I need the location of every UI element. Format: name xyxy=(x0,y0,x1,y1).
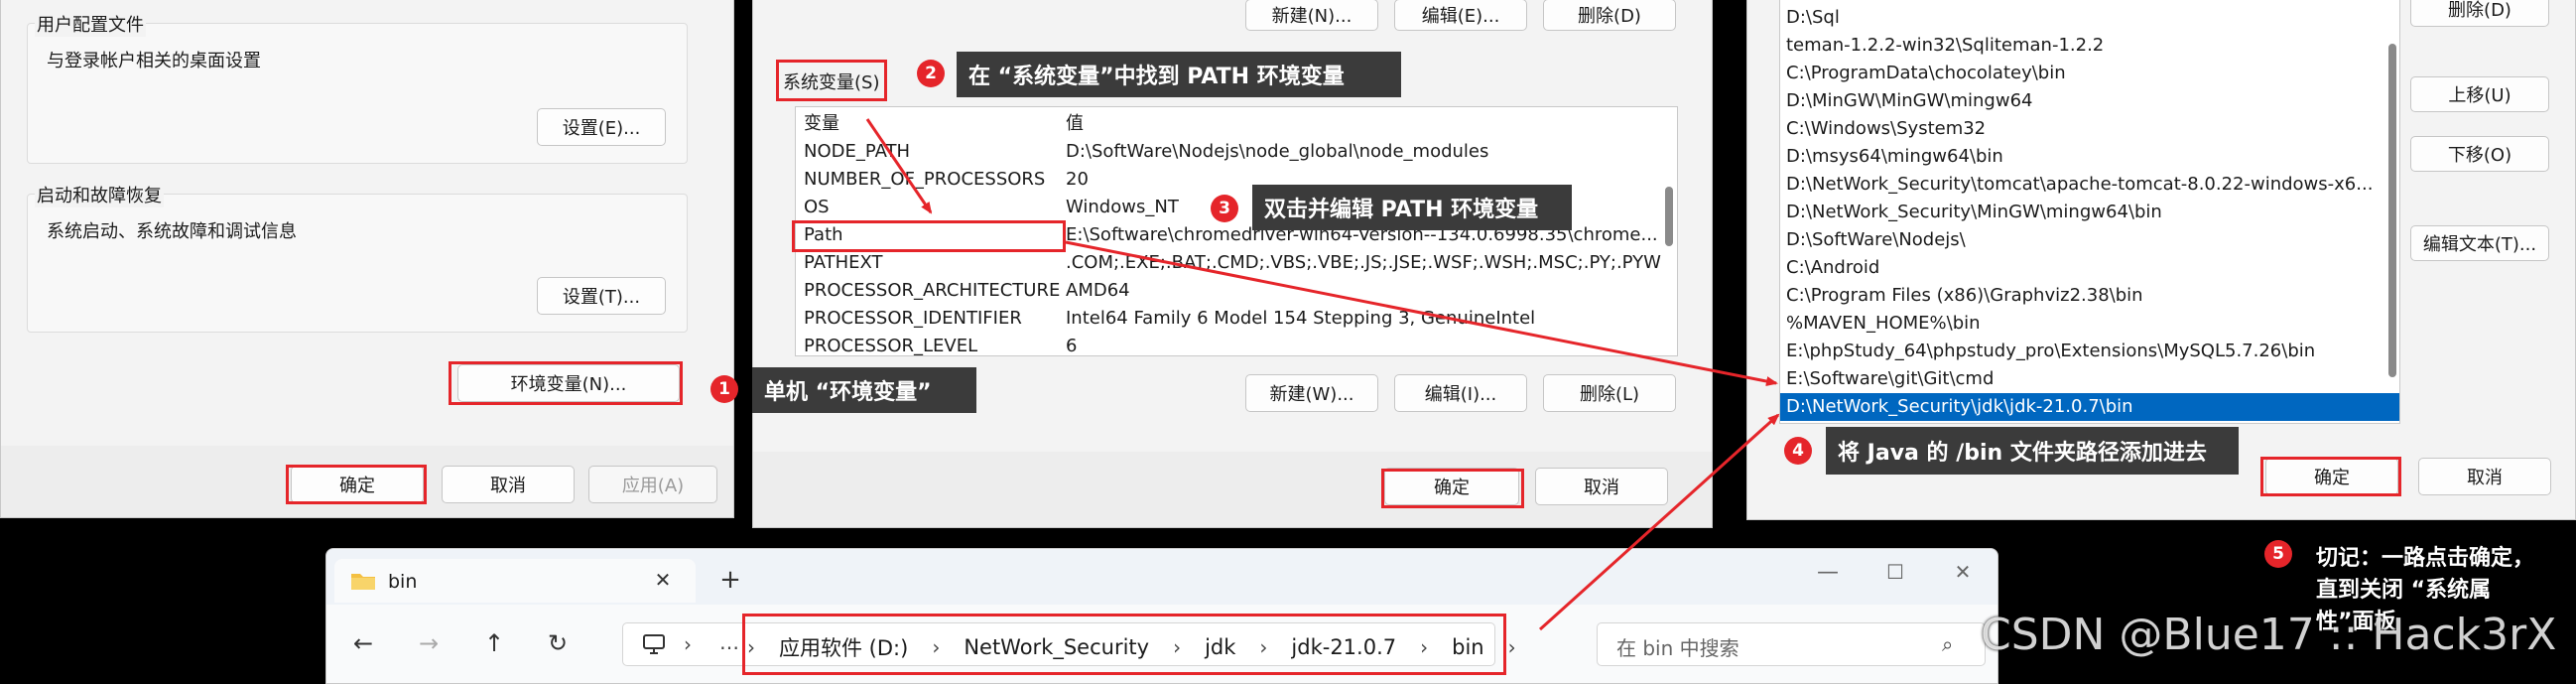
annotation-3-label: 双击并编辑 PATH 环境变量 xyxy=(1252,185,1572,230)
annotation-5-line1: 切记：一路点击确定， xyxy=(2316,546,2535,571)
annotation-3-number: 3 xyxy=(1211,195,1238,222)
annotation-2-number: 2 xyxy=(917,60,945,87)
annotation-2-label: 在 “系统变量”中找到 PATH 环境变量 xyxy=(957,52,1401,97)
annotation-5-number: 5 xyxy=(2264,540,2292,568)
annotation-arrows xyxy=(865,118,1780,631)
arrow-to-path-row xyxy=(865,118,933,214)
annotation-4-number: 4 xyxy=(1784,437,1812,465)
watermark: CSDN @Blue17 :: Hack3rX xyxy=(1981,610,2557,660)
arrow-breadcrumb-to-jdk xyxy=(1538,413,1780,631)
annotation-1-label: 单机 “环境变量” xyxy=(752,367,976,413)
annotation-5-line2: 直到关闭 “系统属 xyxy=(2316,578,2492,603)
annotation-1-number: 1 xyxy=(710,375,738,403)
annotation-4-label: 将 Java 的 /bin 文件夹路径添加进去 xyxy=(1826,427,2239,475)
arrow-path-to-jdk xyxy=(1065,240,1778,386)
